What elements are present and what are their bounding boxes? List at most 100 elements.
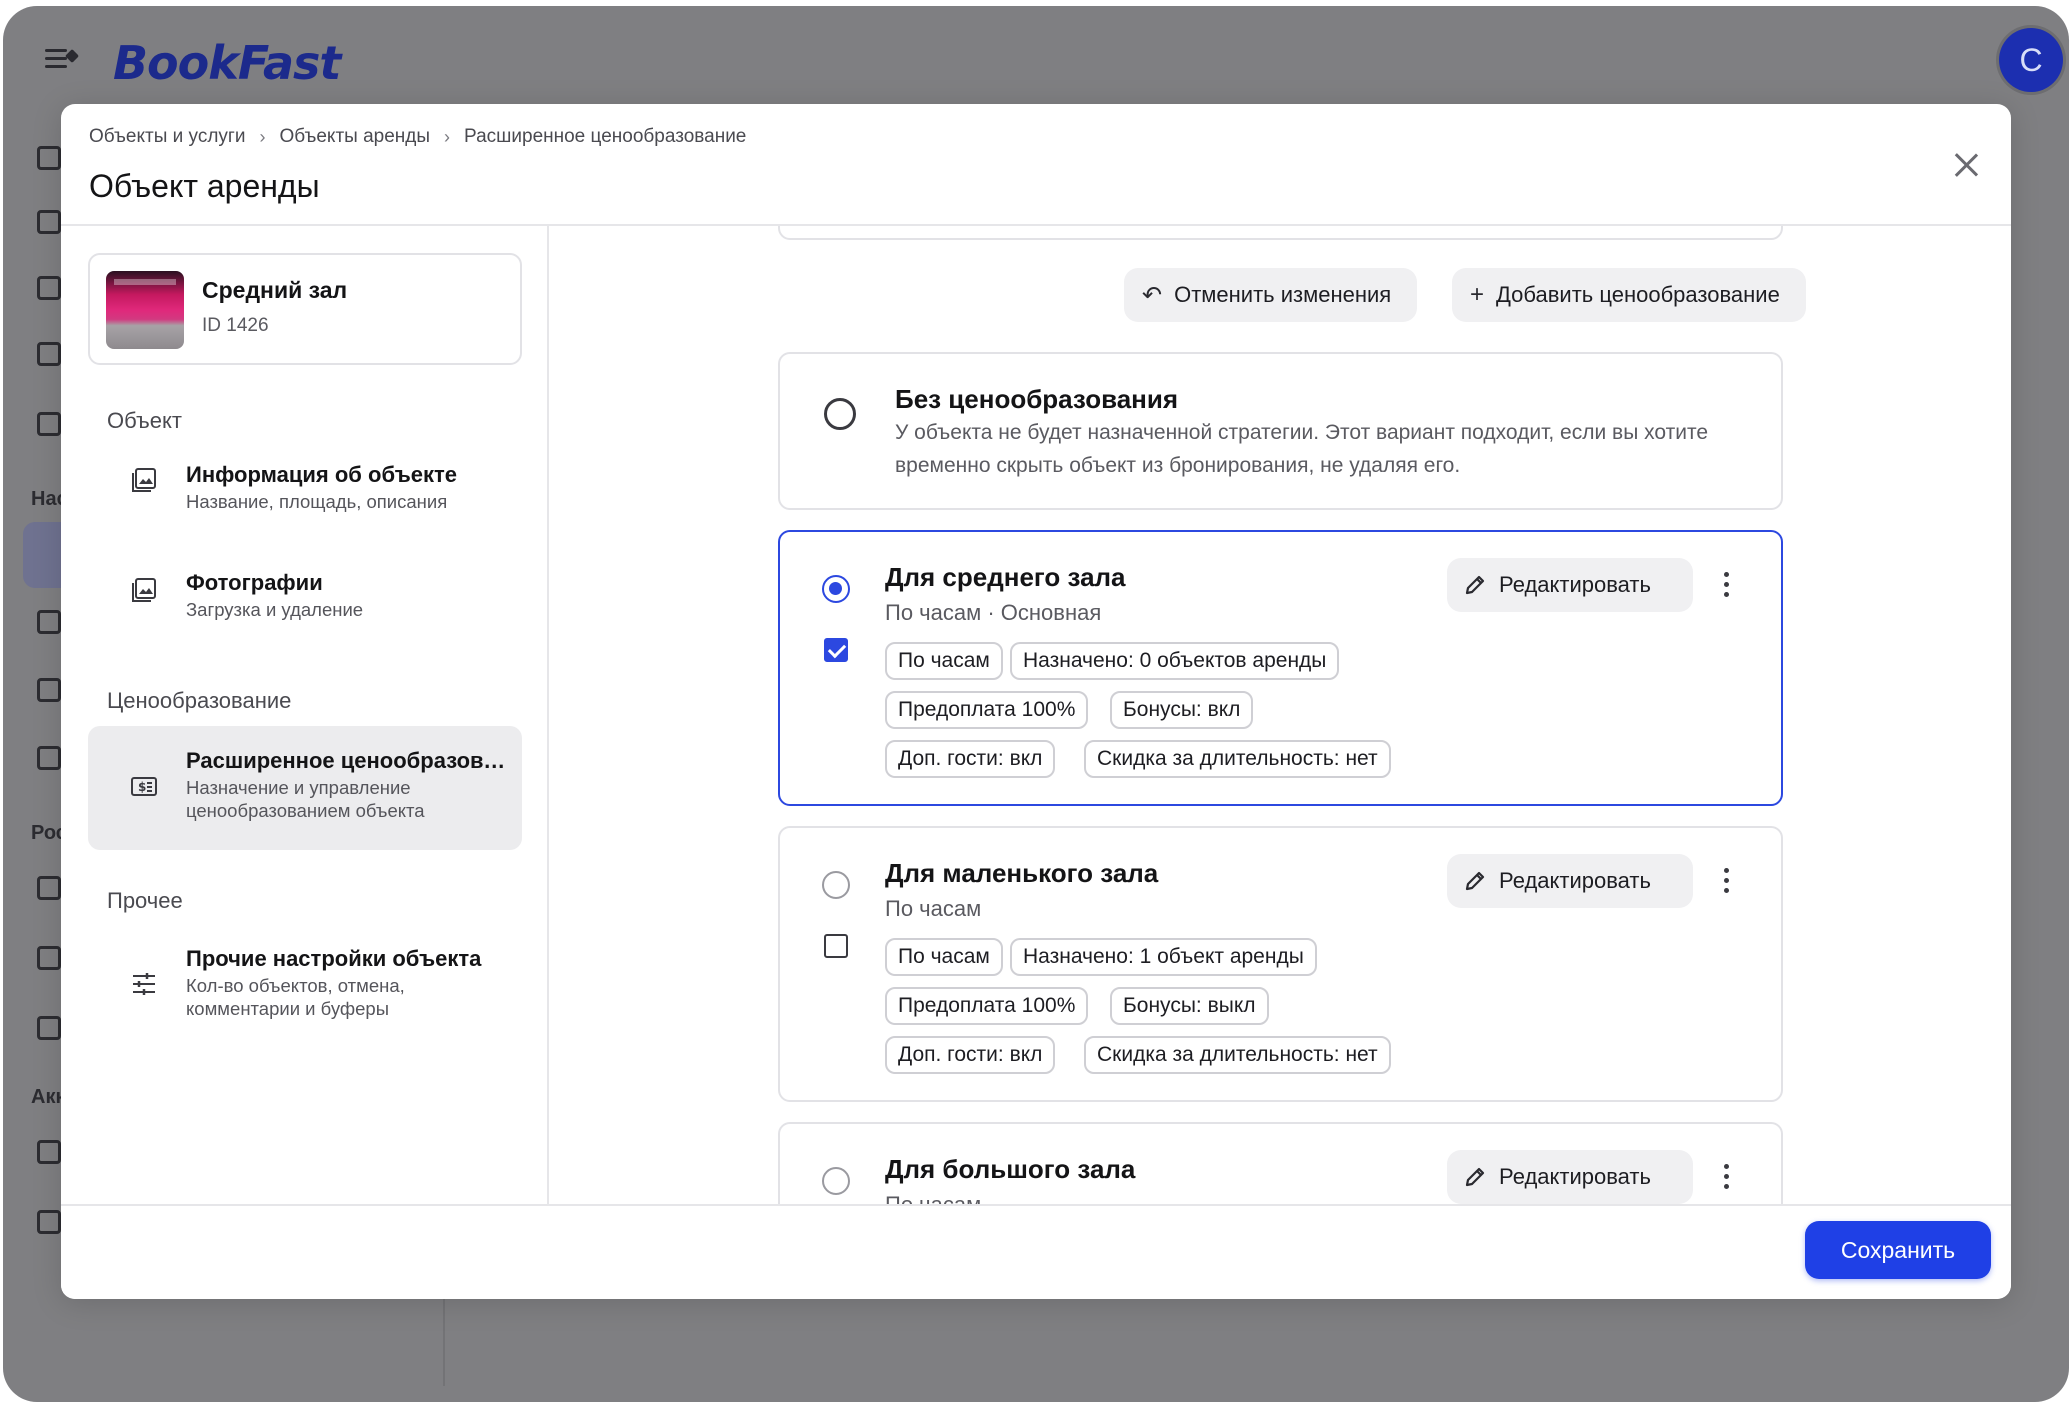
sidebar-item-object-info[interactable]: Информация об объекте Название, площадь,… — [88, 444, 522, 534]
object-thumbnail — [106, 271, 184, 349]
price-tag-icon: $ — [131, 777, 157, 796]
strategy-card-large-hall[interactable]: Для большого зала По часам Редактировать — [778, 1122, 1783, 1204]
sliders-icon — [133, 973, 155, 995]
strategy-subtitle: По часам · Основная — [885, 600, 1102, 625]
object-name: Средний зал — [202, 277, 348, 303]
modal-header: Объекты и услуги › Объекты аренды › Расш… — [61, 104, 2011, 226]
edit-label: Редактировать — [1499, 1164, 1651, 1189]
strategy-tag: По часам — [885, 938, 1003, 976]
strategy-description: У объекта не будет назначенной стратегии… — [895, 421, 1709, 477]
strategy-tag: Назначено: 0 объектов аренды — [1010, 642, 1340, 680]
image-icon — [132, 468, 156, 492]
breadcrumb-item-current: Расширенное ценообразование — [464, 126, 747, 147]
side-rail: Нас Рос Акк — [3, 110, 68, 1402]
strategy-tag: Скидка за длительность: нет — [1084, 740, 1391, 778]
more-vertical-icon[interactable] — [1720, 1162, 1732, 1192]
tag-icon[interactable] — [37, 876, 61, 900]
undo-icon: ↶ — [1142, 281, 1163, 309]
pencil-icon — [1465, 1167, 1485, 1187]
pricing-content: ↶ Отменить изменения + Добавить ценообра… — [551, 226, 2011, 1204]
chevron-right-icon: › — [259, 126, 266, 147]
strategy-tag: Доп. гости: вкл — [885, 740, 1056, 778]
strategy-card-none[interactable]: Без ценообразования У объекта не будет н… — [778, 352, 1783, 510]
rental-object-modal: Объекты и услуги › Объекты аренды › Расш… — [61, 104, 2011, 1299]
strategy-subtitle: По часам — [885, 896, 982, 921]
sidebar-item-other-settings[interactable]: Прочие настройки объекта Кол-во объектов… — [88, 924, 522, 1048]
section-label-object: Объект — [107, 408, 182, 433]
edit-strategy-button[interactable]: Редактировать — [1447, 854, 1693, 908]
section-label-other: Прочее — [107, 888, 183, 913]
strategy-checkbox[interactable] — [824, 934, 848, 958]
strategy-checkbox[interactable] — [824, 638, 848, 662]
party-icon[interactable] — [37, 1016, 61, 1040]
app-logo[interactable]: BookFast — [113, 36, 341, 90]
strategy-subtitle: По часам — [885, 1192, 981, 1204]
breadcrumb: Объекты и услуги › Объекты аренды › Расш… — [89, 126, 746, 148]
book-icon[interactable] — [37, 276, 61, 300]
table-icon[interactable] — [37, 746, 61, 770]
strategy-radio[interactable] — [822, 575, 850, 603]
users-icon[interactable] — [37, 342, 61, 366]
breadcrumb-item[interactable]: Объекты аренды — [279, 126, 430, 148]
image-icon — [132, 578, 156, 602]
strategy-title: Для маленького зала — [885, 858, 1159, 888]
strategy-tag: Предоплата 100% — [885, 987, 1089, 1025]
object-id: ID 1426 — [202, 315, 269, 336]
strategy-title: Без ценообразования — [895, 384, 1179, 414]
dashboard-icon[interactable] — [37, 210, 61, 234]
add-pricing-button[interactable]: + Добавить ценообразование — [1452, 268, 1806, 322]
edit-strategy-button[interactable]: Редактировать — [1447, 558, 1693, 612]
sidebar-item-subtitle: Загрузка и удаление — [186, 599, 364, 620]
layout-icon[interactable] — [37, 146, 61, 170]
card-icon[interactable] — [37, 1210, 61, 1234]
sidebar-item-subtitle: Название, площадь, описания — [186, 491, 448, 512]
close-icon[interactable] — [1951, 150, 1981, 180]
strategy-title: Для большого зала — [885, 1154, 1136, 1184]
strategy-tag: Скидка за длительность: нет — [1084, 1036, 1391, 1074]
sidebar-item-title: Прочие настройки объекта — [186, 946, 482, 971]
page-title: Объект аренды — [89, 168, 320, 204]
plus-icon: + — [1470, 281, 1485, 308]
sidebar-item-subtitle: Кол-во объектов, отмена, комментарии и б… — [186, 975, 405, 1019]
strategy-tag: Назначено: 1 объект аренды — [1010, 938, 1317, 976]
sidebar-item-title: Фотографии — [186, 570, 323, 595]
settings-sidebar: Средний зал ID 1426 Объект Информация об… — [61, 226, 549, 1204]
object-summary-card: Средний зал ID 1426 — [88, 253, 522, 365]
previous-card-edge — [778, 226, 1783, 240]
strategy-radio[interactable] — [822, 1167, 850, 1195]
strategy-card-small-hall[interactable]: Для маленького зала По часам По часам На… — [778, 826, 1783, 1102]
strategy-tag: По часам — [885, 642, 1003, 680]
edit-label: Редактировать — [1499, 572, 1651, 597]
strategy-tag: Доп. гости: вкл — [885, 1036, 1056, 1074]
network-icon[interactable] — [37, 610, 61, 634]
app-topbar: BookFast C — [3, 6, 2069, 110]
strategy-radio[interactable] — [824, 398, 856, 430]
sidebar-item-title: Информация об объекте — [186, 462, 458, 487]
strategy-tag: Бонусы: вкл — [1110, 691, 1254, 729]
sidebar-item-title: Расширенное ценообразование — [186, 748, 511, 773]
menu-collapse-icon[interactable] — [45, 46, 80, 72]
section-label-pricing: Ценообразование — [107, 688, 292, 713]
save-button[interactable]: Сохранить — [1805, 1221, 1991, 1279]
sidebar-item-subtitle: Назначение и управление ценообразованием… — [186, 777, 425, 821]
breadcrumb-item[interactable]: Объекты и услуги — [89, 126, 245, 148]
strategy-card-medium-hall[interactable]: Для среднего зала По часам · Основная По… — [778, 530, 1783, 806]
sidebar-item-photos[interactable]: Фотографии Загрузка и удаление — [88, 552, 522, 642]
undo-changes-button[interactable]: ↶ Отменить изменения — [1124, 268, 1418, 322]
rail-active-indicator — [23, 522, 63, 588]
strategy-radio[interactable] — [822, 871, 850, 899]
monitor-icon[interactable] — [37, 678, 61, 702]
settings-icon[interactable] — [37, 1140, 61, 1164]
undo-changes-label: Отменить изменения — [1174, 282, 1392, 307]
sidebar-item-advanced-pricing[interactable]: $ Расширенное ценообразование Назначение… — [88, 726, 522, 850]
add-pricing-label: Добавить ценообразование — [1496, 282, 1780, 307]
more-vertical-icon[interactable] — [1720, 866, 1732, 896]
strategy-tag: Предоплата 100% — [885, 691, 1089, 729]
more-vertical-icon[interactable] — [1720, 570, 1732, 600]
pencil-icon — [1465, 575, 1485, 595]
chevron-right-icon: › — [444, 126, 451, 147]
chat-icon[interactable] — [37, 412, 61, 436]
edit-strategy-button[interactable]: Редактировать — [1447, 1150, 1693, 1204]
store-icon[interactable] — [37, 946, 61, 970]
avatar[interactable]: C — [1999, 28, 2063, 92]
